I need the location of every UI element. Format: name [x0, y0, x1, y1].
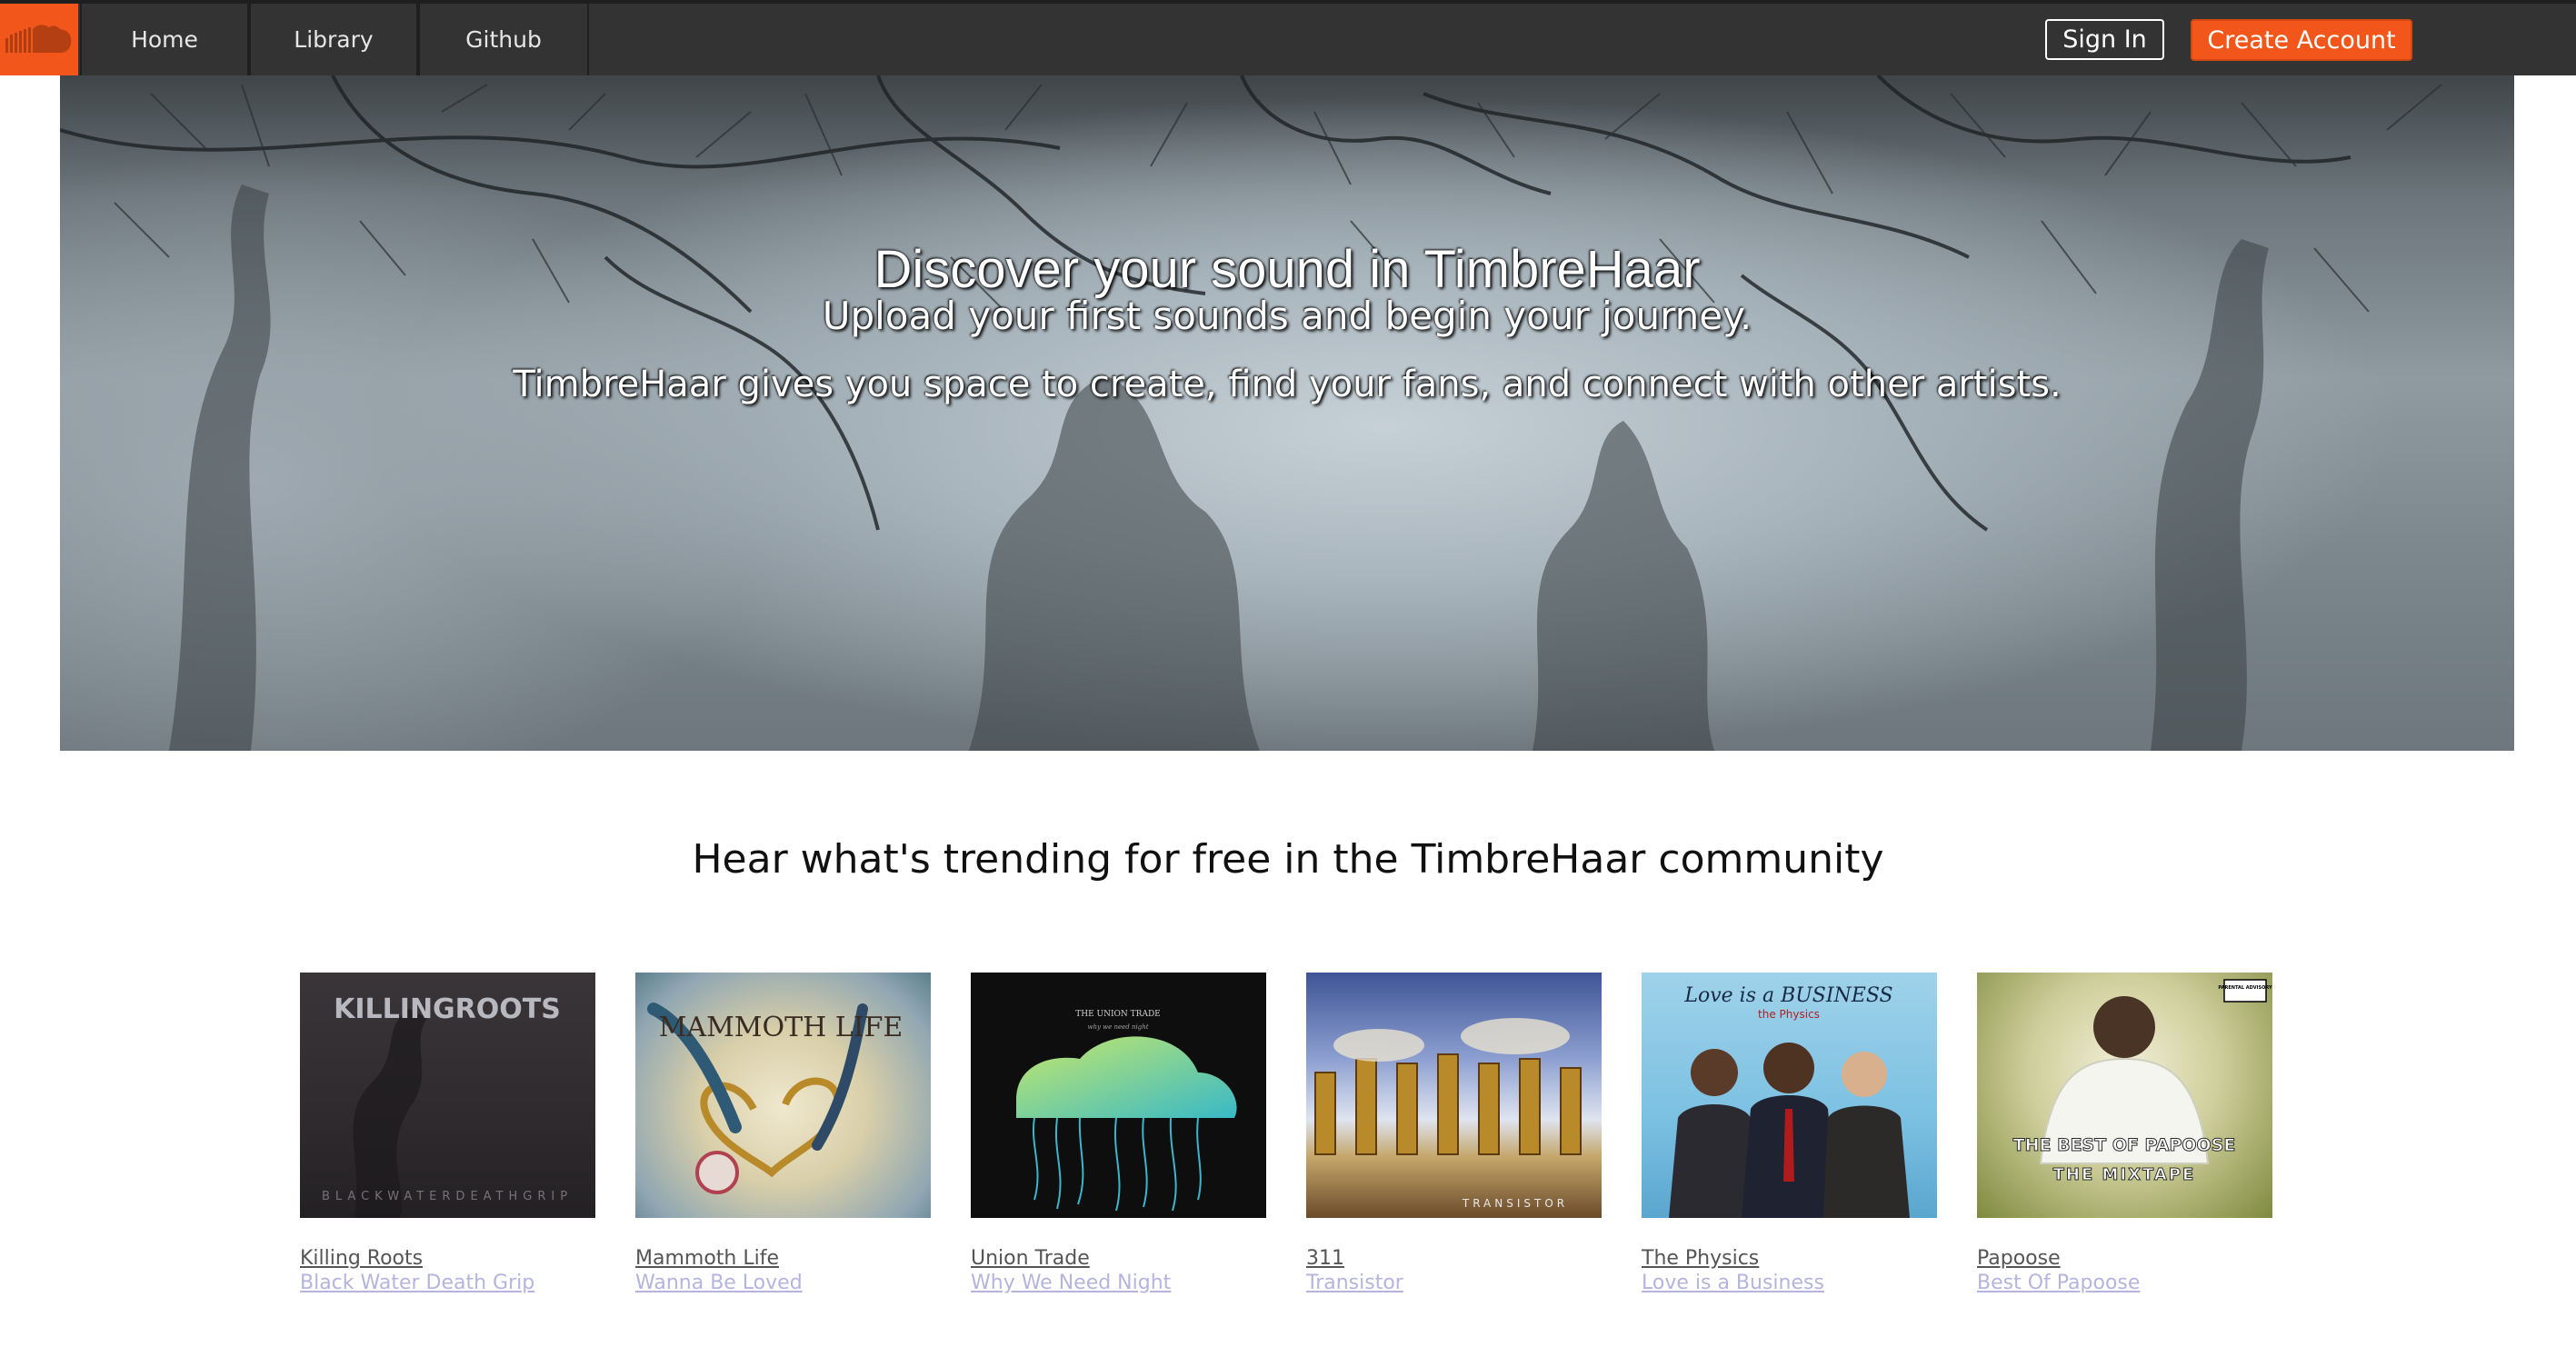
album-cover[interactable]: MAMMOTH LIFE	[635, 973, 931, 1218]
cover-subtitle: why we need night	[1087, 1023, 1148, 1031]
artist-link[interactable]: Mammoth Life	[635, 1247, 779, 1270]
artist-link[interactable]: Papoose	[1977, 1247, 2061, 1270]
album-card: Love is a BUSINESS the Physics The Physi…	[1642, 973, 1937, 1294]
cover-title: MAMMOTH LIFE	[659, 1012, 904, 1043]
cover-title: THE UNION TRADE	[1075, 1010, 1160, 1019]
nav-library[interactable]: Library	[249, 4, 418, 75]
song-link[interactable]: Best Of Papoose	[1977, 1272, 2140, 1294]
logo[interactable]	[0, 4, 78, 75]
hero-description: TimbreHaar gives you space to create, fi…	[513, 364, 2062, 405]
cover-title: TRANSISTOR	[1462, 1197, 1568, 1210]
song-link[interactable]: Wanna Be Loved	[635, 1272, 803, 1294]
advisory-badge: PARENTAL ADVISORY	[2218, 985, 2272, 991]
artist-link[interactable]: Killing Roots	[300, 1247, 423, 1270]
artist-link[interactable]: 311	[1306, 1247, 1344, 1270]
trending-heading: Hear what's trending for free in the Tim…	[692, 836, 1884, 883]
hero-title: Discover your sound in TimbreHaar	[874, 240, 1701, 299]
cover-subtitle: THE MIXTAPE	[2053, 1165, 2196, 1184]
artist-link[interactable]: Union Trade	[971, 1247, 1090, 1270]
song-link[interactable]: Black Water Death Grip	[300, 1272, 534, 1294]
cover-subtitle: BLACKWATERDEATHGRIP	[322, 1190, 573, 1203]
create-account-button[interactable]: Create Account	[2191, 19, 2412, 61]
foggy-forest-image	[60, 75, 2442, 751]
song-link[interactable]: Why We Need Night	[971, 1272, 1171, 1294]
album-card: TRANSISTOR 311 Transistor	[1306, 973, 1602, 1294]
hero-subtitle: Upload your first sounds and begin your …	[822, 294, 1752, 338]
artist-link[interactable]: The Physics	[1642, 1247, 1759, 1270]
nav-github[interactable]: Github	[418, 4, 589, 75]
album-card: KILLINGROOTS BLACKWATERDEATHGRIP Killing…	[300, 973, 595, 1294]
sign-in-button[interactable]: Sign In	[2045, 19, 2164, 60]
nav-home[interactable]: Home	[80, 4, 249, 75]
hero-banner: Discover your sound in TimbreHaar Upload…	[60, 75, 2514, 751]
cover-title: Love is a BUSINESS	[1683, 984, 1892, 1007]
album-cover[interactable]: KILLINGROOTS BLACKWATERDEATHGRIP	[300, 973, 595, 1218]
album-card: PARENTAL ADVISORY THE BEST OF PAPOOSE TH…	[1977, 973, 2272, 1294]
album-cover[interactable]: THE UNION TRADE why we need night	[971, 973, 1266, 1218]
song-link[interactable]: Love is a Business	[1642, 1272, 1824, 1294]
cover-title: THE BEST OF PAPOOSE	[2013, 1135, 2236, 1155]
cover-title: KILLINGROOTS	[334, 993, 561, 1025]
album-cover[interactable]: TRANSISTOR	[1306, 973, 1602, 1218]
album-cover[interactable]: Love is a BUSINESS the Physics	[1642, 973, 1937, 1218]
album-cover[interactable]: PARENTAL ADVISORY THE BEST OF PAPOOSE TH…	[1977, 973, 2272, 1218]
album-card: MAMMOTH LIFE Mammoth Life Wanna Be Loved	[635, 973, 931, 1294]
soundcloud-cloud-icon	[5, 24, 72, 53]
top-navbar: Home Library Github Sign In Create Accou…	[0, 0, 2576, 75]
song-link[interactable]: Transistor	[1306, 1272, 1403, 1294]
album-card: THE UNION TRADE why we need night Union …	[971, 973, 1266, 1294]
cover-subtitle: the Physics	[1758, 1008, 1820, 1021]
